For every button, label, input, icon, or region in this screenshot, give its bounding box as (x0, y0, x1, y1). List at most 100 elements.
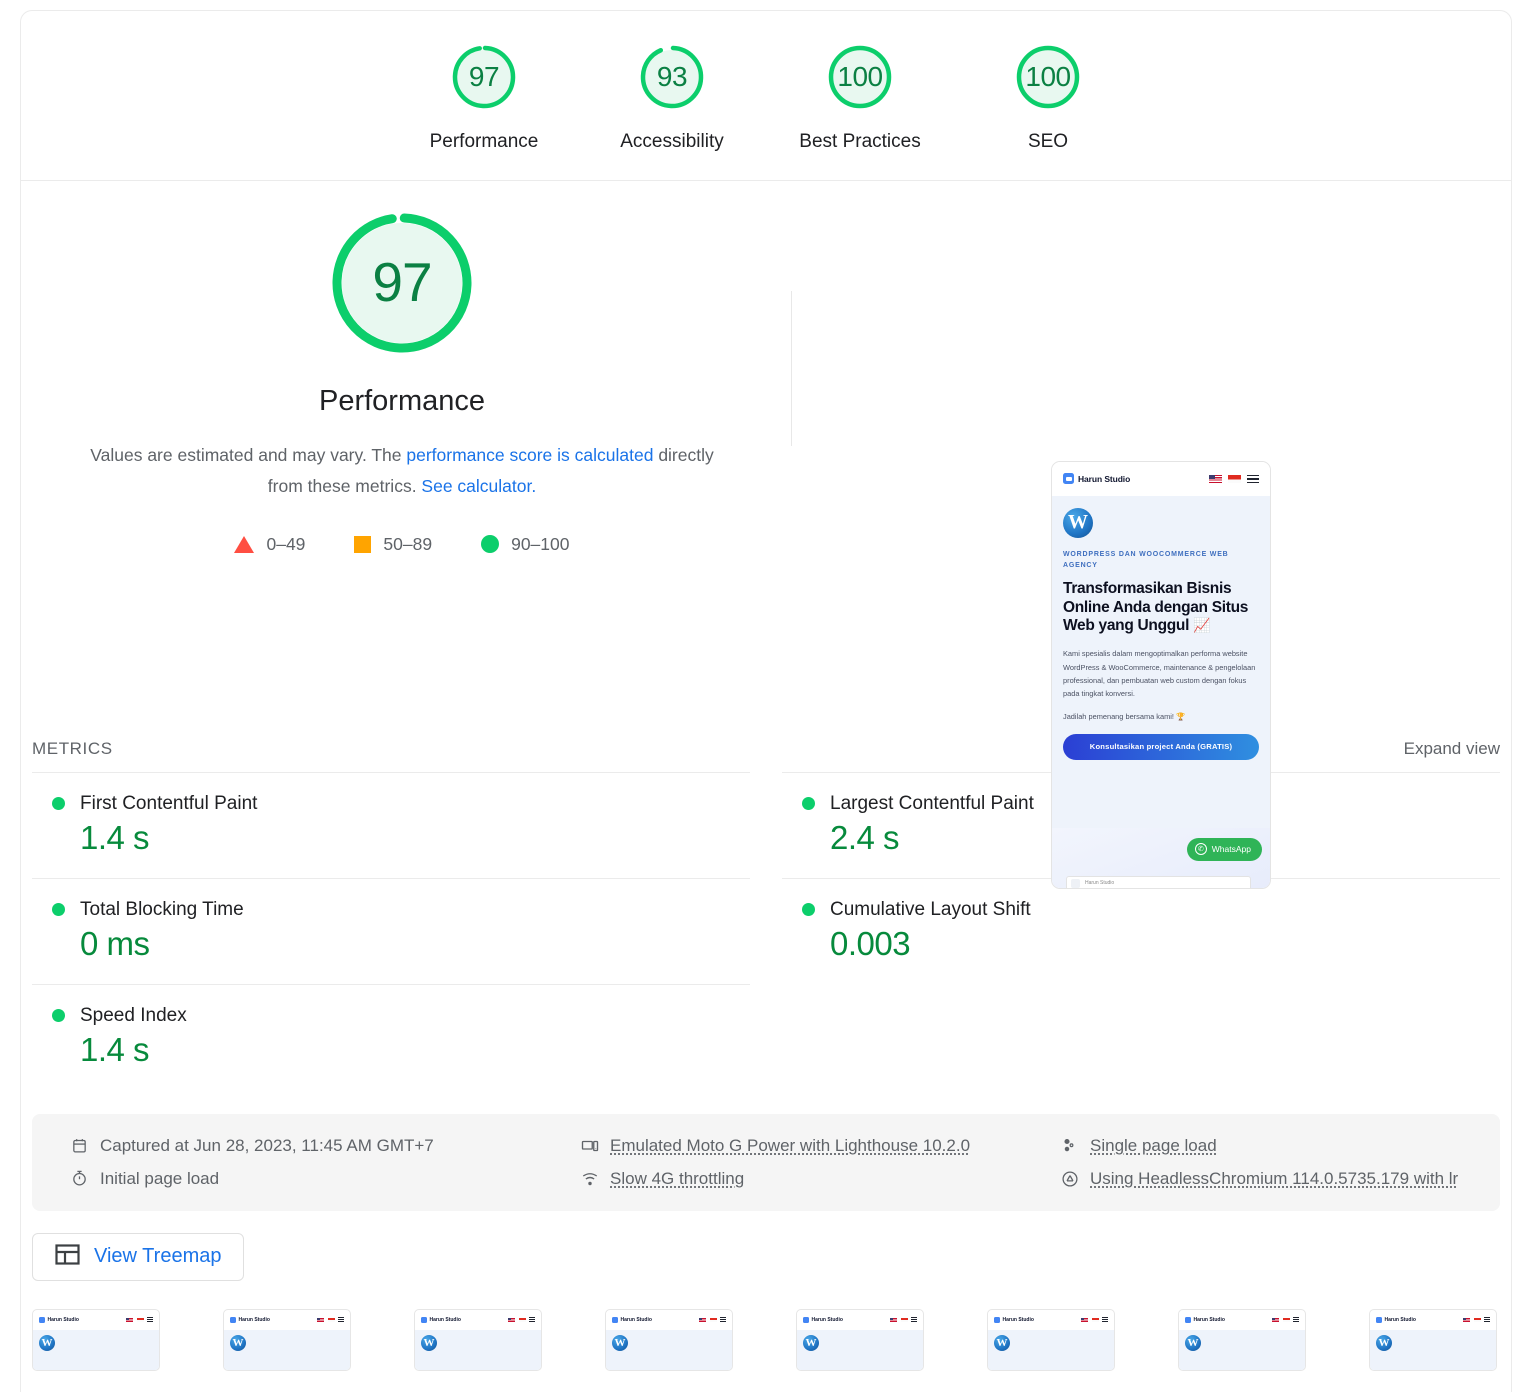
score-label: Accessibility (620, 131, 724, 152)
hamburger-menu-icon (1484, 1317, 1490, 1323)
logo-mark-icon (1376, 1316, 1382, 1323)
page-title: Performance (318, 384, 485, 417)
flag-us-icon (699, 1317, 706, 1323)
whatsapp-icon: ✆ (1194, 843, 1207, 856)
filmstrip-item[interactable]: Harun Studio W (1369, 1308, 1497, 1371)
metric-speed-index[interactable]: Speed Index 1.4 s (32, 983, 750, 1090)
expand-view-toggle[interactable]: Expand view (1404, 739, 1500, 759)
flag-id-icon (709, 1317, 717, 1323)
flag-id-icon (900, 1317, 908, 1323)
metric-total-blocking-time[interactable]: Total Blocking Time 0 ms (32, 877, 750, 984)
metric-value: 1.4 s (80, 818, 150, 856)
performance-hero: 97 Performance Values are estimated and … (21, 181, 1511, 889)
env-label[interactable]: Emulated Moto G Power with Lighthouse 10… (610, 1136, 970, 1156)
filmstrip-item[interactable]: Harun Studio W (414, 1308, 542, 1371)
score-item-performance[interactable]: 97 Performance (390, 43, 578, 154)
metric-cumulative-layout-shift[interactable]: Cumulative Layout Shift 0.003 (782, 877, 1500, 984)
filmstrip-brand: Harun Studio (811, 1316, 843, 1323)
score-value: 93 (656, 61, 688, 92)
env-label[interactable]: Single page load (1090, 1136, 1217, 1156)
logo-mark-icon (803, 1316, 809, 1323)
hamburger-menu-icon (1102, 1317, 1108, 1323)
wordpress-logo-icon: W (612, 1334, 628, 1351)
metrics-header: METRICS Expand view (21, 726, 1511, 772)
filmstrip-brand: Harun Studio (47, 1316, 79, 1323)
env-single-page-load[interactable]: Single page load (1060, 1136, 1462, 1156)
wordpress-logo-icon: W (39, 1334, 55, 1351)
preview-footer-area: ✆ WhatsApp Harun Studio (1052, 827, 1270, 888)
score-item-best-practices[interactable]: 100 Best Practices (766, 43, 954, 154)
preview-paragraph-2: Jadilah pemenang bersama kami! 🏆 (1063, 712, 1186, 722)
env-label[interactable]: Using HeadlessChromium 114.0.5735.179 wi… (1090, 1169, 1458, 1189)
env-label: Initial page load (100, 1168, 220, 1188)
chromium-icon (1060, 1169, 1079, 1188)
metric-value: 0.003 (830, 924, 911, 962)
legend-item-average: 50–89 (354, 534, 432, 555)
legend-range: 90–100 (511, 533, 570, 554)
desc-text-1: Values are estimated and may vary. The (90, 444, 407, 465)
preview-paragraph: Kami spesialis dalam mengoptimalkan perf… (1063, 649, 1256, 698)
score-item-accessibility[interactable]: 93 Accessibility (578, 43, 766, 154)
flag-us-icon (508, 1317, 515, 1323)
filmstrip-item[interactable]: Harun Studio W (605, 1308, 733, 1371)
stopwatch-icon (70, 1169, 89, 1188)
filmstrip-brand: Harun Studio (1193, 1316, 1225, 1323)
mini-thumb-icon (1071, 878, 1080, 888)
metric-first-contentful-paint[interactable]: First Contentful Paint 1.4 s (32, 771, 750, 878)
gauge-accessibility-small: 93 (638, 43, 706, 111)
preview-headline-text: Transformasikan Bisnis Online Anda denga… (1063, 580, 1249, 635)
preview-site-header: Harun Studio (1052, 461, 1270, 496)
final-screenshot-preview[interactable]: Harun Studio W WORDPRESS DAN WOOCOMMERCE… (1051, 460, 1271, 889)
filmstrip-brand: Harun Studio (620, 1316, 652, 1323)
lighthouse-report-page: 97 Performance 93 Accessibility 100 Best… (0, 0, 1530, 1392)
screenshot-filmstrip: Harun Studio W Harun Studio W Harun Stud… (21, 1281, 1511, 1371)
legend-range: 0–49 (266, 533, 306, 554)
flag-us-icon (1272, 1317, 1279, 1323)
hero-score-block: 97 Performance Values are estimated and … (21, 181, 783, 555)
flag-id-icon (1091, 1317, 1099, 1323)
preview-mini-bar: Harun Studio (1066, 875, 1251, 888)
legend-item-fail: 0–49 (234, 534, 305, 555)
score-value: 97 (468, 61, 500, 92)
preview-cta-button: Konsultasikan project Anda (GRATIS) (1063, 733, 1259, 760)
filmstrip-item[interactable]: Harun Studio W (223, 1308, 351, 1371)
site-logo: Harun Studio (1063, 473, 1130, 485)
env-emulated-device[interactable]: Emulated Moto G Power with Lighthouse 10… (580, 1136, 1060, 1156)
performance-score-calculated-link[interactable]: performance score is calculated (406, 445, 653, 465)
logo-mark-icon (994, 1316, 1000, 1323)
env-throttling[interactable]: Slow 4G throttling (580, 1169, 1060, 1189)
filmstrip-item[interactable]: Harun Studio W (987, 1308, 1115, 1371)
env-column-3: Single page load Using HeadlessChromium … (1060, 1136, 1462, 1189)
metrics-grid: First Contentful Paint 1.4 s Total Block… (21, 771, 1511, 1090)
wordpress-logo-icon: W (230, 1334, 246, 1351)
filmstrip-brand: Harun Studio (1002, 1316, 1034, 1323)
wordpress-logo-icon: W (1185, 1334, 1201, 1351)
hamburger-menu-icon (1293, 1317, 1299, 1323)
filmstrip-item[interactable]: Harun Studio W (32, 1308, 160, 1371)
view-treemap-button[interactable]: View Treemap (32, 1232, 245, 1281)
preview-hero-body: W WORDPRESS DAN WOOCOMMERCE WEB AGENCY T… (1052, 495, 1270, 828)
score-value: 100 (1025, 61, 1071, 92)
env-label: Captured at Jun 28, 2023, 11:45 AM GMT+7 (100, 1135, 434, 1155)
square-icon (354, 535, 372, 553)
logo-mark-icon (1063, 473, 1074, 485)
metric-value: 1.4 s (80, 1030, 150, 1068)
see-calculator-link[interactable]: See calculator. (421, 476, 536, 496)
flag-us-icon (1081, 1317, 1088, 1323)
metrics-column-left: First Contentful Paint 1.4 s Total Block… (32, 771, 750, 1090)
env-column-1: Captured at Jun 28, 2023, 11:45 AM GMT+7… (70, 1136, 580, 1189)
env-user-agent[interactable]: Using HeadlessChromium 114.0.5735.179 wi… (1060, 1169, 1462, 1189)
flag-id-icon (518, 1317, 526, 1323)
filmstrip-brand: Harun Studio (429, 1316, 461, 1323)
wordpress-logo-icon: W (994, 1334, 1010, 1351)
gauge-performance-small: 97 (450, 43, 518, 111)
filmstrip-item[interactable]: Harun Studio W (796, 1308, 924, 1371)
legend-range: 50–89 (383, 533, 433, 554)
hamburger-menu-icon (338, 1317, 344, 1323)
score-item-seo[interactable]: 100 SEO (954, 43, 1142, 154)
flag-us-icon (1209, 474, 1222, 483)
flag-id-icon (1228, 474, 1241, 483)
env-label[interactable]: Slow 4G throttling (610, 1169, 744, 1189)
filmstrip-item[interactable]: Harun Studio W (1178, 1308, 1306, 1371)
hamburger-menu-icon (147, 1317, 153, 1323)
